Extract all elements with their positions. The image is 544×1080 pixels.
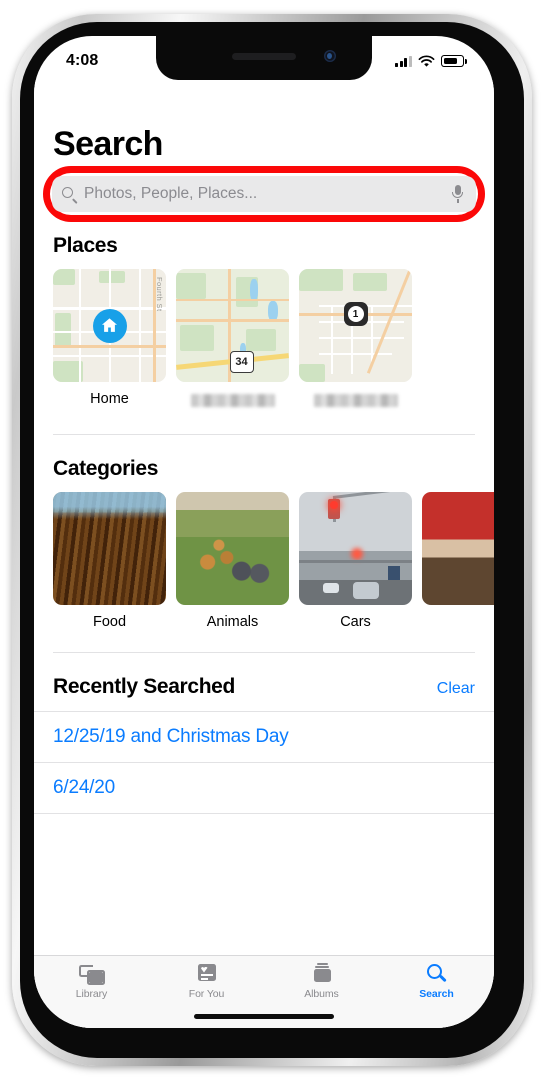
places-row[interactable]: Fourth St Home 34 1 bbox=[34, 269, 494, 412]
tab-search[interactable]: Search bbox=[379, 963, 494, 1000]
search-input[interactable] bbox=[77, 185, 451, 203]
category-thumbnail[interactable] bbox=[53, 492, 166, 605]
place-label-redacted bbox=[190, 394, 275, 407]
category-item-cars[interactable]: Cars bbox=[299, 492, 412, 630]
place-label: Home bbox=[90, 391, 129, 407]
tab-albums[interactable]: Albums bbox=[264, 963, 379, 1000]
search-field[interactable] bbox=[52, 176, 476, 212]
category-label: Cars bbox=[340, 614, 371, 630]
category-item-partial[interactable] bbox=[422, 492, 494, 630]
tab-label: For You bbox=[188, 988, 225, 1000]
magnifier-icon bbox=[424, 963, 450, 985]
phone-screen: 4:08 Search Photos, People, Places... Pl… bbox=[34, 36, 494, 1028]
memories-card-icon bbox=[194, 963, 220, 985]
place-thumbnail[interactable]: 1 bbox=[299, 269, 412, 382]
places-title: Places bbox=[53, 234, 118, 257]
home-pin-icon bbox=[92, 308, 127, 343]
search-bar-container[interactable] bbox=[43, 166, 485, 222]
microphone-icon[interactable] bbox=[451, 185, 464, 203]
categories-section-header: Categories bbox=[34, 457, 494, 481]
clear-button[interactable]: Clear bbox=[437, 680, 475, 698]
notch bbox=[156, 36, 372, 80]
tab-for-you[interactable]: For You bbox=[149, 963, 264, 1000]
place-item-home[interactable]: Fourth St Home bbox=[53, 269, 166, 412]
recently-searched-title: Recently Searched bbox=[53, 675, 235, 698]
cluster-count: 1 bbox=[347, 306, 364, 323]
photos-app: Search Places bbox=[34, 80, 494, 1028]
recent-search-item[interactable]: 12/25/19 and Christmas Day bbox=[34, 711, 494, 762]
tab-label: Library bbox=[75, 988, 108, 1000]
photo-cluster-badge: 1 bbox=[343, 302, 368, 327]
earpiece-speaker-icon bbox=[232, 53, 296, 60]
category-thumbnail[interactable] bbox=[299, 492, 412, 605]
battery-icon bbox=[441, 55, 467, 67]
recent-search-item[interactable]: 6/24/20 bbox=[34, 762, 494, 814]
signal-bars-icon bbox=[395, 55, 412, 67]
photo-stack-icon bbox=[78, 963, 105, 985]
section-divider bbox=[53, 434, 475, 435]
status-indicators bbox=[395, 54, 467, 68]
place-item-3[interactable]: 1 bbox=[299, 269, 412, 412]
place-label-redacted bbox=[313, 394, 398, 407]
places-section-header: Places bbox=[34, 234, 494, 258]
albums-icon bbox=[309, 963, 335, 985]
page-title: Search bbox=[53, 125, 163, 163]
route-shield-34: 34 bbox=[229, 351, 254, 373]
place-item-2[interactable]: 34 bbox=[176, 269, 289, 412]
section-divider bbox=[53, 652, 475, 653]
categories-row[interactable]: Food Animals Cars bbox=[34, 492, 494, 630]
recently-searched-header: Recently Searched Clear bbox=[34, 675, 494, 699]
category-label: Food bbox=[92, 614, 127, 630]
status-time: 4:08 bbox=[66, 52, 99, 69]
map-image: 1 bbox=[299, 269, 412, 382]
search-icon bbox=[62, 186, 77, 204]
place-thumbnail[interactable]: 34 bbox=[176, 269, 289, 382]
category-label: Animals bbox=[206, 614, 259, 630]
category-thumbnail[interactable] bbox=[176, 492, 289, 605]
categories-title: Categories bbox=[53, 457, 159, 480]
tab-label: Search bbox=[419, 988, 454, 1000]
search-scroll-area[interactable]: Search Places bbox=[34, 80, 494, 955]
category-thumbnail[interactable] bbox=[422, 492, 494, 605]
tab-library[interactable]: Library bbox=[34, 963, 149, 1000]
map-image: 34 bbox=[176, 269, 289, 382]
front-camera-icon bbox=[324, 50, 336, 62]
wifi-icon bbox=[418, 54, 435, 67]
street-label: Fourth St bbox=[155, 277, 164, 312]
category-item-food[interactable]: Food bbox=[53, 492, 166, 630]
home-indicator bbox=[194, 1014, 334, 1019]
recent-search-list: 12/25/19 and Christmas Day 6/24/20 bbox=[34, 711, 494, 814]
category-item-animals[interactable]: Animals bbox=[176, 492, 289, 630]
tab-label: Albums bbox=[304, 988, 339, 1000]
map-image: Fourth St bbox=[53, 269, 166, 382]
phone-frame: 4:08 Search Photos, People, Places... Pl… bbox=[12, 14, 532, 1066]
place-thumbnail[interactable]: Fourth St bbox=[53, 269, 166, 382]
